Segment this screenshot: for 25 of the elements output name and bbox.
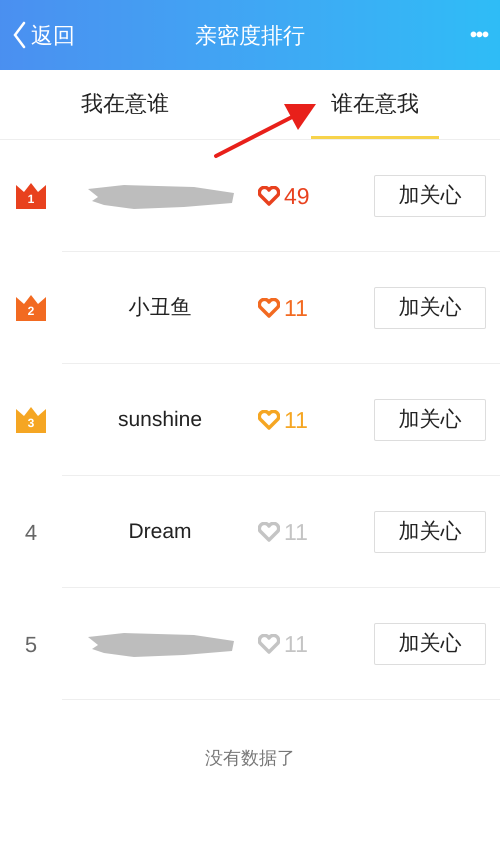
rank-number: 4: [24, 518, 38, 546]
user-name: 小丑鱼: [128, 295, 192, 322]
back-icon: [12, 20, 27, 50]
user-name: Dream: [128, 519, 192, 546]
add-care-button[interactable]: 加关心: [374, 511, 486, 553]
tab[interactable]: 我在意谁: [61, 70, 189, 139]
no-more-data-text: 没有数据了: [205, 747, 295, 770]
intimacy-count: 11: [284, 630, 308, 659]
add-care-button[interactable]: 加关心: [374, 399, 486, 441]
intimacy-count: 49: [284, 182, 310, 211]
add-care-button[interactable]: 加关心: [374, 623, 486, 665]
rank-number: 5: [24, 630, 38, 658]
page-title: 亲密度排行: [194, 22, 306, 50]
rank-badge: 2: [16, 295, 46, 321]
intimacy-count: 11: [284, 406, 308, 435]
heart-icon: [258, 186, 280, 206]
heart-icon: [258, 298, 280, 318]
add-care-button[interactable]: 加关心: [374, 175, 486, 217]
add-care-button[interactable]: 加关心: [374, 287, 486, 329]
rank-badge: 1: [16, 183, 46, 209]
rank-badge: 3: [16, 407, 46, 433]
intimacy-count: 11: [284, 294, 308, 323]
user-name: sunshine: [118, 407, 202, 434]
heart-icon: [258, 410, 280, 430]
intimacy-count: 11: [284, 518, 308, 547]
